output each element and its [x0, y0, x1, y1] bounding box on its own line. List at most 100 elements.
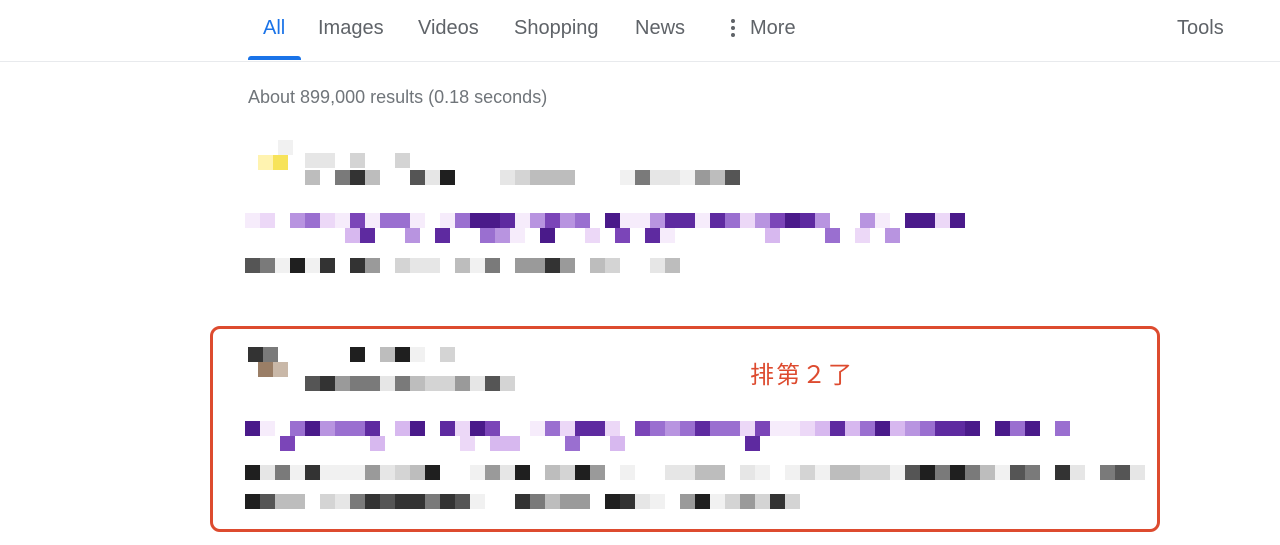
mosaic-block: [725, 213, 740, 228]
mosaic-block: [380, 213, 395, 228]
mosaic-block: [515, 213, 530, 228]
mosaic-block: [855, 228, 870, 243]
mosaic-block: [560, 170, 575, 185]
mosaic-block: [455, 258, 470, 273]
mosaic-block: [560, 213, 575, 228]
mosaic-block: [665, 213, 680, 228]
mosaic-block: [905, 213, 920, 228]
mosaic-block: [530, 170, 545, 185]
mosaic-block: [545, 258, 560, 273]
mosaic-block: [273, 155, 288, 170]
mosaic-block: [680, 213, 695, 228]
mosaic-block: [305, 170, 320, 185]
mosaic-block: [560, 258, 575, 273]
mosaic-block: [335, 213, 350, 228]
mosaic-block: [650, 213, 665, 228]
mosaic-block: [660, 228, 675, 243]
mosaic-block: [935, 213, 950, 228]
mosaic-block: [495, 228, 510, 243]
mosaic-block: [350, 213, 365, 228]
mosaic-block: [650, 258, 665, 273]
mosaic-block: [620, 170, 635, 185]
mosaic-block: [605, 258, 620, 273]
mosaic-block: [258, 155, 273, 170]
mosaic-block: [365, 258, 380, 273]
mosaic-block: [645, 228, 660, 243]
mosaic-block: [365, 170, 380, 185]
mosaic-block: [485, 258, 500, 273]
mosaic-block: [410, 258, 425, 273]
mosaic-block: [635, 213, 650, 228]
mosaic-block: [320, 153, 335, 168]
mosaic-block: [650, 170, 665, 185]
mosaic-block: [875, 213, 890, 228]
mosaic-block: [345, 228, 360, 243]
mosaic-block: [635, 170, 650, 185]
mosaic-block: [765, 228, 780, 243]
mosaic-block: [480, 228, 495, 243]
mosaic-block: [800, 213, 815, 228]
mosaic-block: [405, 228, 420, 243]
mosaic-block: [320, 258, 335, 273]
mosaic-block: [545, 213, 560, 228]
mosaic-block: [500, 213, 515, 228]
mosaic-block: [590, 258, 605, 273]
mosaic-block: [425, 258, 440, 273]
mosaic-block: [305, 258, 320, 273]
mosaic-block: [500, 170, 515, 185]
mosaic-block: [710, 213, 725, 228]
mosaic-block: [530, 258, 545, 273]
mosaic-block: [260, 258, 275, 273]
mosaic-block: [275, 258, 290, 273]
mosaic-block: [350, 153, 365, 168]
mosaic-block: [305, 153, 320, 168]
mosaic-block: [245, 213, 260, 228]
mosaic-block: [395, 153, 410, 168]
mosaic-block: [785, 213, 800, 228]
mosaic-block: [815, 213, 830, 228]
mosaic-block: [725, 170, 740, 185]
mosaic-block: [360, 228, 375, 243]
highlight-box: [210, 326, 1160, 532]
mosaic-block: [395, 258, 410, 273]
mosaic-block: [585, 228, 600, 243]
mosaic-block: [620, 213, 635, 228]
mosaic-block: [278, 140, 293, 155]
mosaic-block: [365, 213, 380, 228]
mosaic-block: [695, 170, 710, 185]
mosaic-block: [515, 170, 530, 185]
mosaic-block: [695, 213, 710, 228]
mosaic-block: [350, 170, 365, 185]
mosaic-block: [710, 170, 725, 185]
mosaic-block: [485, 213, 500, 228]
mosaic-block: [395, 213, 410, 228]
mosaic-block: [290, 213, 305, 228]
mosaic-block: [605, 213, 620, 228]
mosaic-block: [920, 213, 935, 228]
mosaic-block: [950, 213, 965, 228]
mosaic-block: [290, 258, 305, 273]
mosaic-block: [410, 213, 425, 228]
mosaic-block: [470, 213, 485, 228]
mosaic-block: [320, 213, 335, 228]
mosaic-block: [740, 213, 755, 228]
mosaic-block: [440, 213, 455, 228]
mosaic-block: [260, 213, 275, 228]
mosaic-block: [665, 170, 680, 185]
mosaic-block: [770, 213, 785, 228]
mosaic-block: [425, 170, 440, 185]
mosaic-block: [885, 228, 900, 243]
mosaic-block: [575, 213, 590, 228]
mosaic-block: [245, 258, 260, 273]
mosaic-block: [545, 170, 560, 185]
mosaic-block: [860, 213, 875, 228]
mosaic-block: [540, 228, 555, 243]
mosaic-block: [515, 258, 530, 273]
mosaic-block: [440, 170, 455, 185]
mosaic-block: [410, 170, 425, 185]
mosaic-block: [455, 213, 470, 228]
mosaic-block: [530, 213, 545, 228]
mosaic-block: [680, 170, 695, 185]
mosaic-block: [350, 258, 365, 273]
mosaic-block: [665, 258, 680, 273]
